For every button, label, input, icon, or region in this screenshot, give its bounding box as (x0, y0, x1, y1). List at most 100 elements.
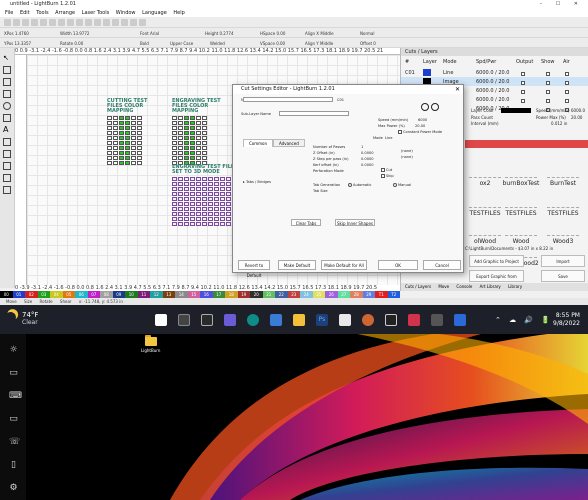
edge-icon[interactable] (247, 314, 259, 326)
system-tray-icons[interactable]: ⌃ ☁ 🔊 🔋 (495, 316, 553, 324)
revert-default-button[interactable]: Revert to Default (238, 260, 270, 278)
window-controls[interactable]: – ☐ ✕ (540, 0, 584, 9)
name-value[interactable]: C01 (337, 98, 344, 102)
task-view-icon[interactable] (201, 314, 213, 326)
tab-move[interactable]: Move (438, 284, 449, 289)
settings-gear-icon[interactable]: ⚙ (9, 484, 18, 493)
dialog-close-button[interactable]: ✕ (455, 85, 460, 94)
palette-swatch[interactable]: T1 (375, 291, 388, 298)
field-value[interactable]: 1 (361, 145, 363, 149)
search-icon[interactable] (178, 314, 190, 326)
interval-value[interactable]: 0.012 in (551, 121, 567, 126)
offset-tool-icon[interactable] (3, 174, 11, 182)
palette-swatch[interactable]: 28 (350, 291, 363, 298)
palette-swatch[interactable]: 16 (200, 291, 213, 298)
sublayer-input[interactable] (279, 111, 349, 116)
palette-swatch[interactable]: 27 (337, 291, 350, 298)
palette-swatch[interactable]: 00 (0, 291, 13, 298)
pan-icon[interactable] (121, 19, 128, 26)
speed-value[interactable]: 6000 (418, 118, 427, 122)
save-button[interactable]: Save (541, 270, 585, 282)
palette-swatch[interactable]: 07 (87, 291, 100, 298)
undo-icon[interactable] (76, 19, 83, 26)
paste-icon[interactable] (67, 19, 74, 26)
palette-swatch[interactable]: 18 (225, 291, 238, 298)
position-laser-tool-icon[interactable] (3, 138, 11, 146)
rotate-field[interactable]: Rotate 0.00 (60, 41, 83, 46)
cut-icon[interactable] (49, 19, 56, 26)
speed-value[interactable]: 6000.0 (571, 108, 585, 113)
ypos-field[interactable]: YPos 13.3357 (4, 41, 31, 46)
normal-field[interactable]: Normal (360, 31, 374, 36)
remove-sublayer-icon[interactable] (431, 103, 439, 111)
palette-swatch[interactable]: 08 (100, 291, 113, 298)
skip-inner-button[interactable]: Skip Inner Shapes (335, 219, 375, 226)
max-power-value[interactable]: 20.00 (415, 124, 425, 128)
engraving-test-design[interactable]: ENGRAVING TEST FILES COLOR MAPPING (172, 99, 232, 165)
settings-app-icon[interactable] (454, 314, 466, 326)
edit-nodes-tool-icon[interactable] (3, 66, 11, 74)
phone-icon[interactable]: ☏ (9, 438, 20, 447)
palette-swatch[interactable]: 03 (37, 291, 50, 298)
palette-swatch[interactable]: 04 (50, 291, 63, 298)
add-graphic-button[interactable]: Add Graphic to Project (469, 255, 524, 267)
tabs-tool-icon[interactable] (3, 162, 11, 170)
photoshop-icon[interactable]: Ps (316, 314, 328, 326)
move-label[interactable]: Move (6, 299, 17, 304)
file-explorer-icon[interactable] (293, 314, 305, 326)
width-field[interactable]: Width 13.9772 (60, 31, 89, 36)
palette-swatch[interactable]: 21 (262, 291, 275, 298)
weather-widget[interactable]: 74°F Clear (6, 311, 38, 327)
palette-swatch[interactable]: 13 (162, 291, 175, 298)
library-tile[interactable]: ox2 (465, 158, 505, 191)
store-icon[interactable] (339, 314, 351, 326)
make-default-button[interactable]: Make Default (278, 260, 316, 270)
layer-row[interactable]: C01 Line 6000.0 / 20.0 (401, 68, 588, 77)
export-graphic-button[interactable]: Export Graphic from Project (469, 270, 524, 291)
zoom-out-icon[interactable] (103, 19, 110, 26)
welded-checkbox[interactable]: Welded (210, 41, 225, 46)
palette-swatch[interactable]: 10 (125, 291, 138, 298)
offset-field[interactable]: Offset 0 (360, 41, 376, 46)
ok-button[interactable]: OK (378, 260, 418, 270)
display-icon[interactable]: ▭ (9, 369, 18, 378)
cut-checkbox[interactable]: Cut (381, 168, 392, 172)
clear-tabs-button[interactable]: Clear Tabs (291, 219, 321, 226)
select-tool-icon[interactable]: ↖ (3, 54, 11, 62)
import-icon[interactable] (31, 19, 38, 26)
menu-tools[interactable]: Tools (36, 10, 48, 16)
hspace-field[interactable]: HSpace 0.00 (260, 31, 285, 36)
palette-swatch[interactable]: 23 (287, 291, 300, 298)
brightness-icon[interactable]: ☼ (9, 346, 18, 355)
measure-tool-icon[interactable] (3, 150, 11, 158)
field-value[interactable]: 0.0000 (361, 151, 374, 155)
menu-arrange[interactable]: Arrange (55, 10, 75, 16)
menu-help[interactable]: Help (173, 10, 184, 16)
redo-icon[interactable] (85, 19, 92, 26)
terminal-icon[interactable] (431, 314, 443, 326)
zoom-fit-icon[interactable] (112, 19, 119, 26)
rotate-label[interactable]: Rotate (40, 299, 53, 304)
palette-swatch[interactable]: 12 (150, 291, 163, 298)
zoom-in-icon[interactable] (94, 19, 101, 26)
palette-swatch[interactable]: 11 (137, 291, 150, 298)
library-tile[interactable]: Wood3 (543, 216, 583, 249)
palette-swatch[interactable]: 05 (62, 291, 75, 298)
text-tool-icon[interactable]: A (3, 126, 11, 134)
polygon-tool-icon[interactable] (3, 114, 11, 122)
camera-icon[interactable] (130, 19, 137, 26)
teams-icon[interactable] (224, 314, 236, 326)
boolean-tool-icon[interactable] (3, 186, 11, 194)
palette-swatch[interactable]: 22 (275, 291, 288, 298)
tab-advanced[interactable]: Advanced (273, 139, 305, 147)
import-button[interactable]: Import (541, 255, 585, 267)
open-file-icon[interactable] (13, 19, 20, 26)
palette-swatch[interactable]: 20 (250, 291, 263, 298)
layer-mode[interactable]: Line (443, 70, 453, 76)
palette-swatch[interactable]: 02 (25, 291, 38, 298)
battery-icon[interactable]: ▭ (9, 415, 18, 424)
folder-label[interactable]: LightBurn (141, 348, 160, 353)
menu-file[interactable]: File (5, 10, 13, 16)
menu-laser-tools[interactable]: Laser Tools (82, 10, 110, 16)
app-icon[interactable] (408, 314, 420, 326)
